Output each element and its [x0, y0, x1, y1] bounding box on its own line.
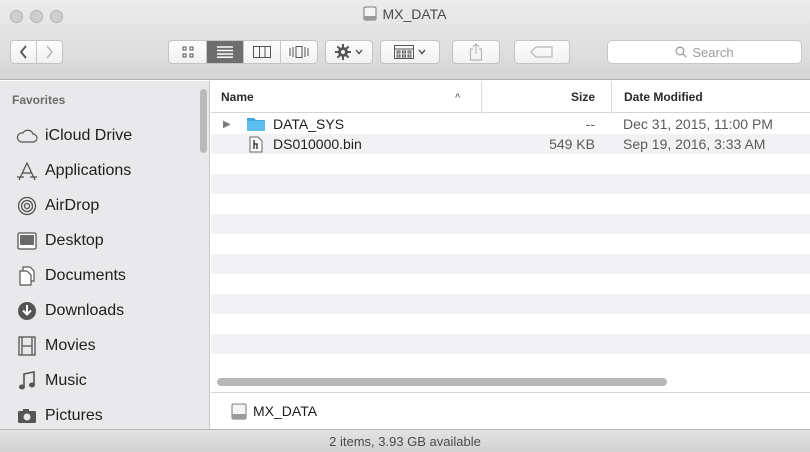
empty-row	[211, 234, 810, 254]
empty-row	[211, 154, 810, 174]
edit-tags-button[interactable]	[514, 40, 570, 64]
status-bar: 2 items, 3.93 GB available	[0, 429, 810, 452]
list-icon	[217, 46, 233, 58]
airdrop-icon	[16, 195, 38, 217]
arrange-icon	[394, 45, 414, 59]
finder-window: MX_DATA Search Favorites iCloud Drive Ap…	[0, 0, 810, 452]
cloud-icon	[16, 125, 38, 147]
toolbar: MX_DATA Search	[0, 0, 810, 80]
window-title-text: MX_DATA	[382, 6, 447, 22]
path-bar: MX_DATA	[211, 392, 810, 429]
sidebar-item-icloud-drive[interactable]: iCloud Drive	[16, 121, 132, 151]
music-icon	[16, 370, 38, 392]
sidebar-item-label: Music	[45, 372, 87, 389]
sidebar-item-downloads[interactable]: Downloads	[16, 296, 124, 326]
list-view-button[interactable]	[206, 41, 243, 63]
empty-row	[211, 194, 810, 214]
back-button[interactable]	[11, 41, 36, 63]
folder-icon	[245, 114, 267, 134]
sidebar-item-label: Applications	[45, 162, 132, 179]
empty-row	[211, 254, 810, 274]
file-size: 549 KB	[549, 136, 595, 152]
sidebar-item-airdrop[interactable]: AirDrop	[16, 191, 99, 221]
file-name: DS010000.bin	[273, 136, 362, 152]
sidebar-item-label: Movies	[45, 337, 96, 354]
view-mode-group	[168, 40, 318, 64]
table-row[interactable]: DS010000.bin 549 KB Sep 19, 2016, 3:33 A…	[211, 134, 810, 154]
column-header-size[interactable]: Size	[481, 81, 611, 113]
status-text: 2 items, 3.93 GB available	[329, 433, 481, 449]
back-forward-group	[10, 40, 63, 64]
chevron-right-icon	[46, 45, 54, 59]
icon-view-button[interactable]	[169, 41, 206, 63]
empty-row	[211, 214, 810, 234]
file-list: Name ^ Size Date Modified ▶ DATA_SYS -- …	[211, 81, 810, 392]
table-row[interactable]: ▶ DATA_SYS -- Dec 31, 2015, 11:00 PM	[211, 114, 810, 134]
search-field[interactable]: Search	[607, 40, 802, 64]
external-disk-icon	[363, 6, 377, 21]
search-placeholder: Search	[692, 44, 734, 60]
gear-icon	[335, 44, 351, 60]
sidebar-item-pictures[interactable]: Pictures	[16, 401, 103, 429]
column-view-button[interactable]	[243, 41, 280, 63]
chevron-down-icon	[355, 49, 363, 55]
tag-icon	[530, 46, 553, 58]
disclosure-triangle-icon[interactable]: ▶	[223, 114, 235, 134]
horizontal-scrollbar[interactable]	[217, 378, 667, 386]
search-icon	[675, 46, 688, 58]
grid-icon	[182, 46, 193, 58]
sidebar-item-documents[interactable]: Documents	[16, 261, 126, 291]
documents-icon	[16, 265, 38, 287]
sidebar: Favorites iCloud Drive Applications AirD…	[0, 81, 210, 429]
forward-button[interactable]	[36, 41, 62, 63]
empty-row	[211, 354, 810, 374]
sidebar-item-label: AirDrop	[45, 197, 100, 214]
sidebar-item-label: Documents	[45, 267, 126, 284]
desktop-icon	[16, 230, 38, 252]
sort-ascending-icon: ^	[455, 92, 461, 102]
movies-icon	[16, 335, 38, 357]
sidebar-scrollbar[interactable]	[200, 89, 207, 153]
column-header-row: Name ^ Size Date Modified	[211, 81, 810, 113]
action-menu-button[interactable]	[325, 40, 373, 64]
applications-icon	[16, 160, 38, 182]
share-icon	[469, 43, 483, 61]
sidebar-heading-favorites: Favorites	[12, 93, 66, 107]
path-bar-item-mx-data[interactable]: MX_DATA	[253, 403, 317, 419]
sidebar-item-applications[interactable]: Applications	[16, 156, 131, 186]
coverflow-icon	[289, 46, 309, 58]
window-title: MX_DATA	[0, 6, 810, 22]
sidebar-item-label: Downloads	[45, 302, 125, 319]
sidebar-item-movies[interactable]: Movies	[16, 331, 96, 361]
chevron-down-icon	[418, 49, 426, 55]
empty-row	[211, 334, 810, 354]
binary-file-icon	[245, 134, 267, 154]
column-header-date-modified[interactable]: Date Modified	[611, 81, 810, 113]
external-disk-icon	[231, 403, 247, 419]
column-header-name[interactable]: Name	[221, 81, 481, 113]
downloads-icon	[16, 300, 38, 322]
chevron-left-icon	[20, 45, 27, 59]
sidebar-item-label: Desktop	[45, 232, 104, 249]
empty-row	[211, 294, 810, 314]
file-date-modified: Dec 31, 2015, 11:00 PM	[623, 116, 773, 132]
columns-icon	[253, 46, 271, 58]
sidebar-item-label: iCloud Drive	[45, 127, 133, 144]
pictures-icon	[16, 405, 38, 427]
empty-row	[211, 314, 810, 334]
file-name: DATA_SYS	[273, 116, 345, 132]
share-button[interactable]	[452, 40, 500, 64]
file-date-modified: Sep 19, 2016, 3:33 AM	[623, 136, 766, 152]
sidebar-item-label: Pictures	[45, 407, 103, 424]
file-size: --	[585, 116, 595, 132]
cover-flow-view-button[interactable]	[280, 41, 317, 63]
sidebar-item-desktop[interactable]: Desktop	[16, 226, 104, 256]
empty-row	[211, 274, 810, 294]
file-rows: ▶ DATA_SYS -- Dec 31, 2015, 11:00 PM DS0…	[211, 114, 810, 374]
sidebar-item-music[interactable]: Music	[16, 366, 87, 396]
empty-row	[211, 174, 810, 194]
disclosure-placeholder	[223, 134, 235, 154]
arrange-button[interactable]	[380, 40, 440, 64]
